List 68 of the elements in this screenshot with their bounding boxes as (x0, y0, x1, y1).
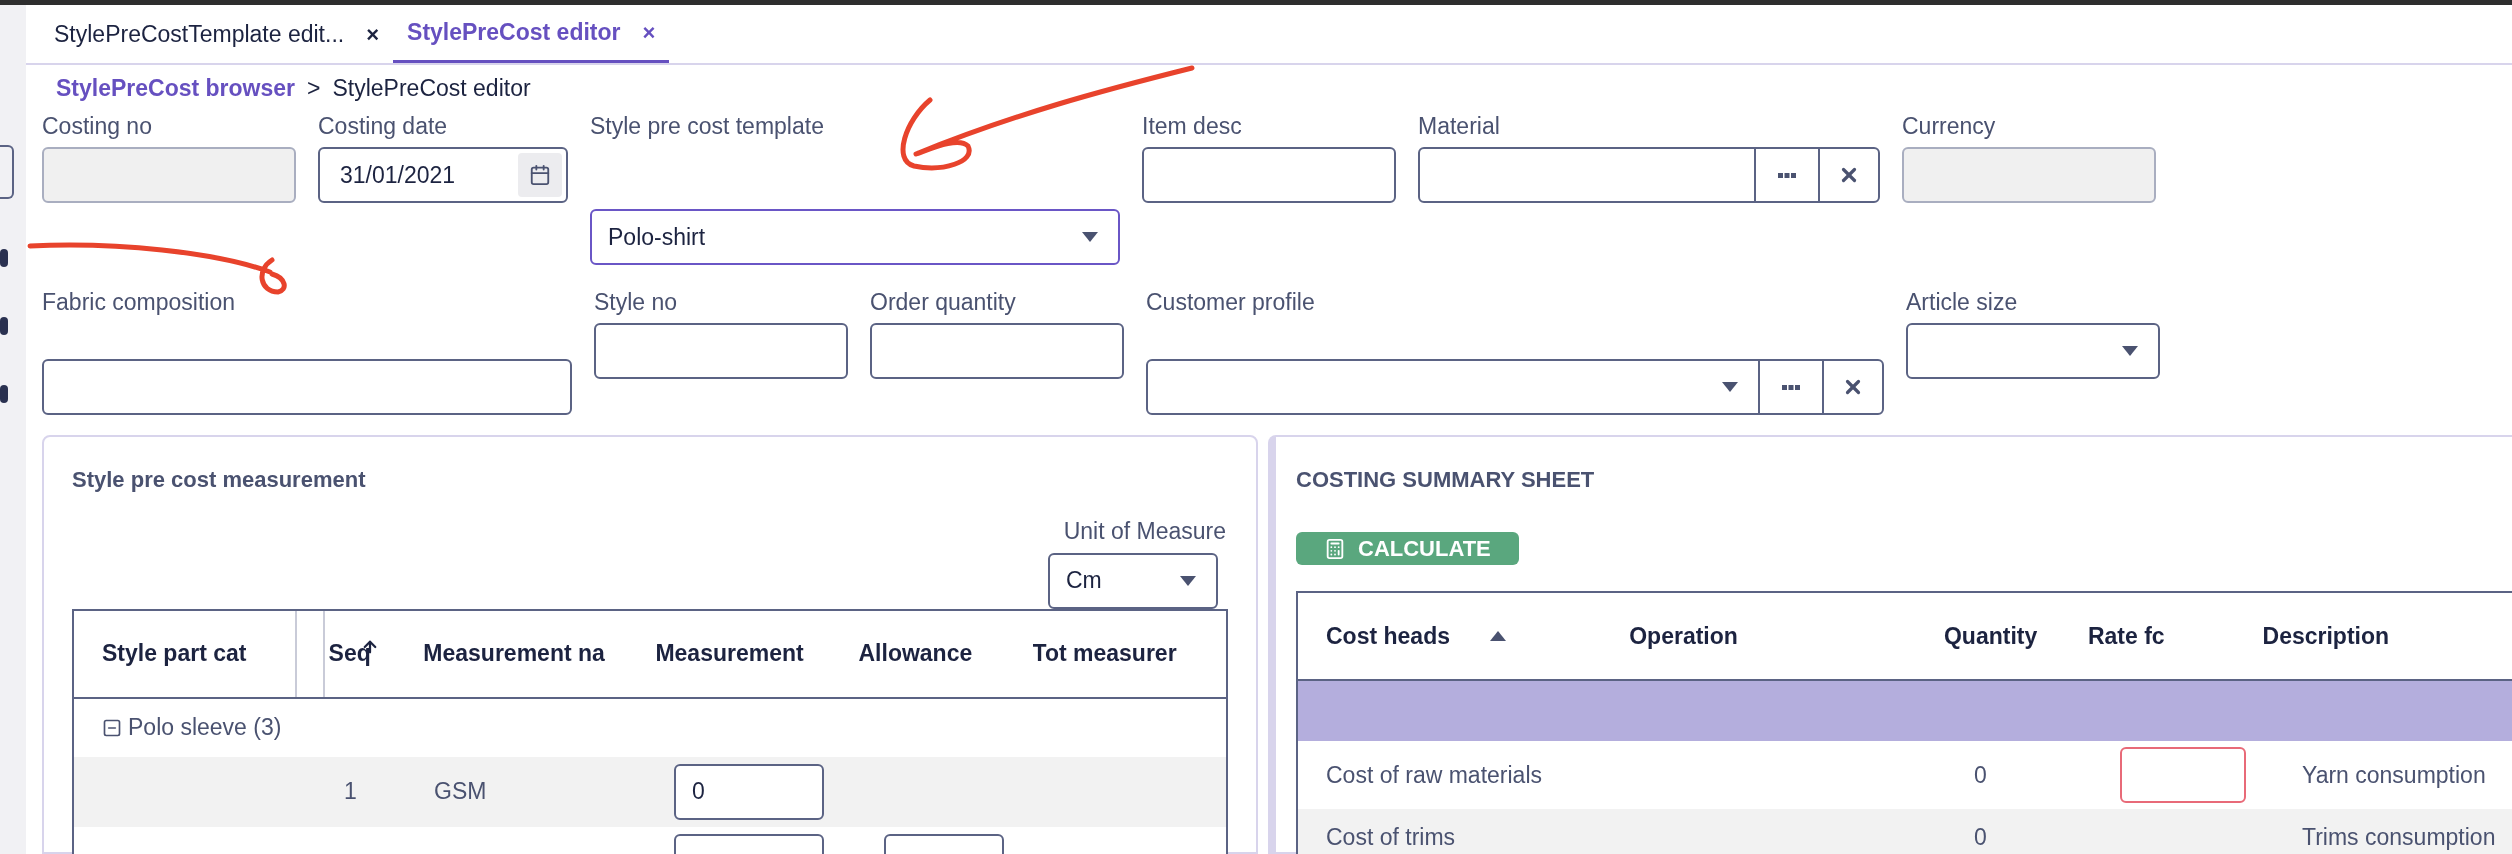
ellipsis-icon (1782, 384, 1800, 390)
field-label: Costing no (42, 112, 153, 141)
tab[interactable]: StylePreCost editor × (393, 5, 670, 63)
caret-icon (2122, 346, 2138, 356)
breadcrumb-link[interactable]: StylePreCost browser (56, 70, 296, 106)
field-label: Fabric composition (42, 288, 237, 317)
measurement-field[interactable]: 0 (674, 763, 824, 820)
table-cell: Trims consumption (2302, 823, 2496, 850)
column-header[interactable]: Tot measurer (1032, 636, 1226, 671)
column-header[interactable]: Description (2262, 618, 2512, 654)
field-label: Style pre cost template (590, 112, 825, 141)
lookup-field[interactable] (1146, 359, 1884, 415)
tab-close-button[interactable]: × (366, 17, 380, 51)
field-label: Style no (594, 288, 679, 317)
calculator-icon (1324, 537, 1346, 560)
field-label: Item desc (1142, 112, 1243, 141)
field-label: Article size (1906, 288, 2019, 317)
caret-icon (1722, 382, 1738, 392)
text-field[interactable] (594, 323, 848, 379)
column-header[interactable]: Cost heads (1326, 618, 1630, 654)
sort-caret-icon (1490, 631, 1506, 641)
field-label: Customer profile (1146, 288, 1316, 317)
field-label: Material (1418, 112, 1501, 141)
calendar-button[interactable] (518, 153, 562, 197)
column-header[interactable]: Seq (328, 636, 424, 671)
lookup-field[interactable] (1418, 147, 1880, 203)
field-label: Costing date (318, 112, 449, 141)
column-header[interactable]: Allowance (858, 636, 1033, 671)
field-label: Currency (1902, 112, 1997, 141)
text-field[interactable] (1142, 147, 1396, 203)
table-cell: 0 (1974, 761, 1987, 788)
sidebar-icon[interactable] (0, 317, 8, 335)
sidebar-icon[interactable] (0, 145, 14, 199)
column-header[interactable]: Quantity (1943, 618, 2088, 654)
sidebar-icon[interactable] (0, 385, 8, 403)
tab-close-button[interactable]: × (642, 16, 656, 49)
panel-title: Style pre cost measurement (72, 466, 367, 494)
sidebar-icon[interactable] (0, 249, 8, 267)
field-label: Unit of Measure (1063, 517, 1226, 546)
date-field[interactable]: 31/01/2021 (318, 147, 568, 203)
select-field[interactable]: Polo-shirt (590, 209, 1120, 265)
collapse-icon[interactable] (102, 717, 122, 738)
field-label: Order quantity (870, 288, 1017, 317)
column-header[interactable]: Operation (1629, 618, 1944, 654)
table-cell: GSM (434, 778, 487, 805)
table-cell: 0 (1974, 823, 1987, 850)
calendar-icon (529, 164, 551, 186)
caret-icon (1180, 575, 1196, 586)
column-header[interactable]: Style part cat (102, 636, 296, 671)
ellipsis-icon (1778, 172, 1796, 178)
column-header[interactable]: Measurement na (423, 636, 656, 671)
column-header[interactable]: Rate fc (2087, 618, 2263, 654)
breadcrumb-separator: > (307, 73, 321, 103)
unit-select[interactable]: Cm (1048, 552, 1218, 609)
text-field[interactable] (42, 359, 572, 415)
panel-title: COSTING SUMMARY SHEET (1296, 466, 1596, 494)
tab[interactable]: StylePreCostTemplate edit... × (40, 5, 394, 63)
select-field[interactable] (1906, 323, 2160, 379)
column-header[interactable]: Measurement (655, 636, 859, 671)
table-cell: 1 (344, 778, 357, 805)
text-field[interactable] (870, 323, 1124, 379)
table-cell: Yarn consumption (2302, 761, 2486, 788)
table-cell: Cost of trims (1326, 823, 1456, 850)
rate-field[interactable] (2120, 747, 2246, 803)
caret-icon (1082, 232, 1098, 242)
table-cell: Cost of raw materials (1326, 761, 1542, 788)
group-label: Polo sleeve (3) (128, 713, 282, 743)
breadcrumb-current: StylePreCost editor (332, 73, 531, 103)
